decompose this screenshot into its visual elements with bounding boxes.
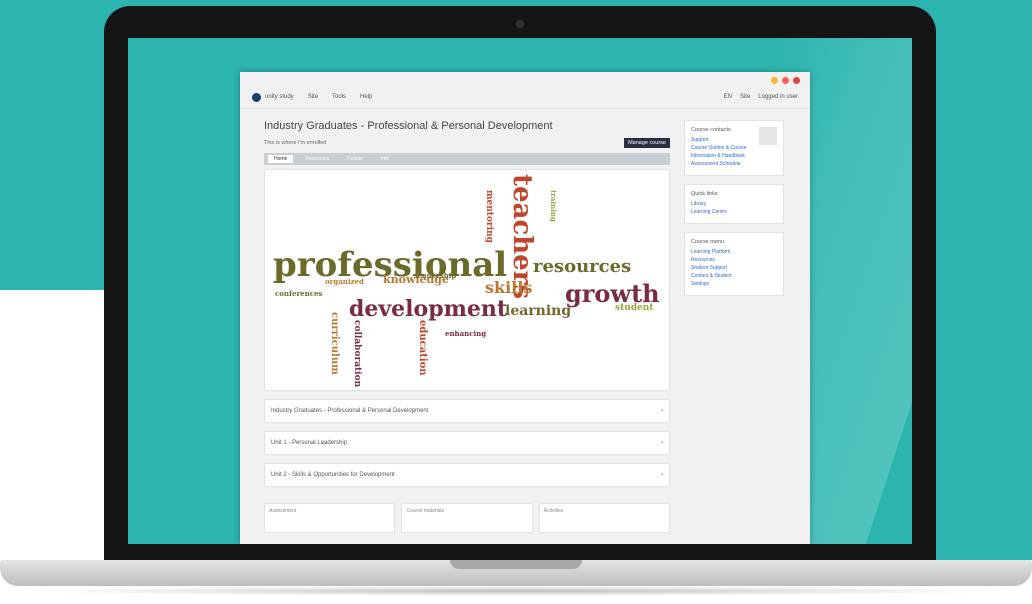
sidebar-link[interactable]: Information & Handbook xyxy=(691,153,777,159)
nav-link-tools[interactable]: Tools xyxy=(332,94,346,100)
section-row[interactable]: Unit 2 - Skills & Opportunities for Deve… xyxy=(264,463,670,487)
wordcloud-word: leadership xyxy=(415,271,457,280)
chevron-right-icon: › xyxy=(661,440,663,446)
section-title: Unit 1 - Personal Leadership xyxy=(271,440,348,446)
wordcloud-word: mentoring xyxy=(484,190,494,243)
section-title: Unit 2 - Skills & Opportunities for Deve… xyxy=(271,472,395,478)
sidebar-link[interactable]: Student Support xyxy=(691,265,777,271)
sidebar-link[interactable]: Assessment Schedule xyxy=(691,161,777,167)
wordcloud-word: student xyxy=(615,303,654,313)
card-activities[interactable]: Activities xyxy=(538,503,670,533)
top-navigation: unity study Site Tools Help EN Site Logg… xyxy=(240,86,810,109)
logo-icon[interactable] xyxy=(252,92,261,102)
wordcloud-word: resources xyxy=(533,256,632,277)
sidebar-link[interactable]: Settings xyxy=(691,281,777,287)
wordcloud-word: training xyxy=(549,190,558,222)
section-title: Industry Graduates - Professional & Pers… xyxy=(271,408,429,414)
chevron-right-icon: › xyxy=(661,408,663,414)
tab-resources[interactable]: Resources xyxy=(299,155,335,163)
language-menu[interactable]: EN xyxy=(724,94,732,100)
tab-people[interactable]: People xyxy=(341,155,369,163)
nav-link-site[interactable]: Site xyxy=(308,94,318,100)
tab-bar: Home Resources People Info xyxy=(264,153,670,165)
chevron-right-icon: › xyxy=(661,472,663,478)
nav-link-help[interactable]: Help xyxy=(360,94,372,100)
sidebar: Course contacts Support Course Outline &… xyxy=(684,112,784,296)
user-menu[interactable]: Logged in user xyxy=(758,94,798,100)
camera-icon xyxy=(516,20,524,28)
manage-course-button[interactable]: Manage course xyxy=(624,138,670,148)
card-course-materials[interactable]: Course materials xyxy=(401,503,533,533)
main-content: Industry Graduates - Professional & Pers… xyxy=(264,112,670,533)
sidebar-link[interactable]: Contact & Student xyxy=(691,273,777,279)
sidebar-link[interactable]: Resources xyxy=(691,257,777,263)
laptop-notch xyxy=(450,560,582,569)
sidebar-box-contacts: Course contacts Support Course Outline &… xyxy=(684,120,784,176)
sidebar-link[interactable]: Learning Centre xyxy=(691,209,777,215)
sidebar-link[interactable]: Learning Platform xyxy=(691,249,777,255)
tab-home[interactable]: Home xyxy=(268,155,294,163)
wordcloud-word: development xyxy=(349,296,508,322)
laptop-shadow xyxy=(20,586,1012,596)
window-controls xyxy=(771,77,800,84)
wordcloud-word: curriculum xyxy=(329,312,340,375)
page-title: Industry Graduates - Professional & Pers… xyxy=(264,120,553,132)
wordcloud-image: professional teachers resources growth devel… xyxy=(265,170,669,390)
sidebar-link[interactable]: Course Outline & Course xyxy=(691,145,777,151)
wordcloud-word: education xyxy=(417,320,428,376)
brand-name[interactable]: unity study xyxy=(265,94,294,100)
wordcloud-panel: professional teachers resources growth devel… xyxy=(264,169,670,391)
sidebar-box-course-menu: Course menu Learning Platform Resources … xyxy=(684,232,784,296)
minimize-icon[interactable] xyxy=(771,77,778,84)
nav-right: EN Site Logged in user xyxy=(724,94,798,100)
wordcloud-word: conferences xyxy=(275,289,323,298)
close-icon[interactable] xyxy=(793,77,800,84)
sidebar-heading: Quick links xyxy=(691,191,718,197)
sidebar-link[interactable]: Library xyxy=(691,201,777,207)
wordcloud-word: collaboration xyxy=(352,320,362,388)
card-assessment[interactable]: Assessment xyxy=(264,503,396,533)
browser-window: unity study Site Tools Help EN Site Logg… xyxy=(240,72,810,544)
wordcloud-word: enhancing xyxy=(445,329,487,338)
sidebar-box-quick-links: Quick links Library Learning Centre xyxy=(684,184,784,224)
wordcloud-word: skills xyxy=(485,278,533,297)
avatar xyxy=(759,127,777,145)
laptop-base xyxy=(0,560,1032,586)
wordcloud-word: learning xyxy=(505,303,572,319)
section-row[interactable]: Unit 1 - Personal Leadership › xyxy=(264,431,670,455)
sidebar-heading: Course menu xyxy=(691,239,725,245)
section-row[interactable]: Industry Graduates - Professional & Pers… xyxy=(264,399,670,423)
subtitle: This is where I'm enrolled xyxy=(264,140,327,146)
laptop-screen: unity study Site Tools Help EN Site Logg… xyxy=(128,38,912,544)
maximize-icon[interactable] xyxy=(782,77,789,84)
site-menu[interactable]: Site xyxy=(740,94,750,100)
subtitle-row: This is where I'm enrolled Manage course xyxy=(264,138,670,148)
card-row: Assessment Course materials Activities xyxy=(264,503,670,533)
wordcloud-word: organized xyxy=(325,277,364,286)
tab-info[interactable]: Info xyxy=(375,155,395,163)
